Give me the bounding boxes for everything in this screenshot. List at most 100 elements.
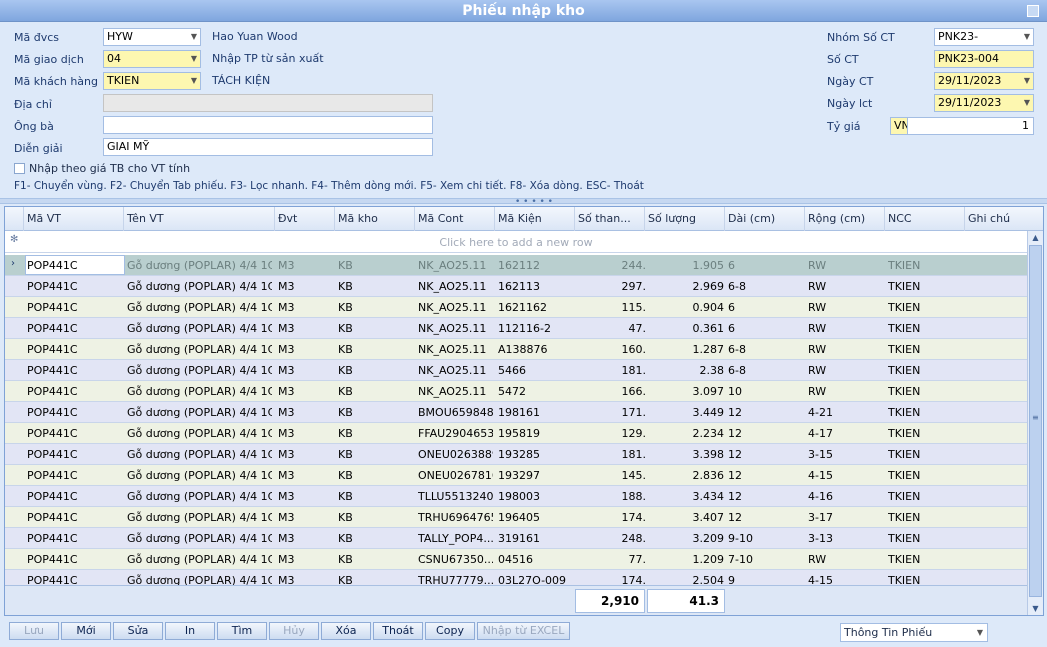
- grid-cell[interactable]: POP441C: [27, 574, 122, 585]
- chevron-down-icon[interactable]: ▼: [1024, 95, 1030, 111]
- grid-cell[interactable]: 244.: [578, 259, 647, 272]
- ong-ba-field[interactable]: [103, 116, 433, 134]
- grid-cell[interactable]: 193297: [498, 469, 573, 482]
- dien-giai-field[interactable]: GIAI MỸ: [103, 138, 433, 156]
- grid-cell[interactable]: 6-8: [728, 364, 803, 377]
- grid-cell[interactable]: M3: [278, 364, 333, 377]
- grid-cell[interactable]: TKIEN: [888, 427, 963, 440]
- header-divider[interactable]: [644, 207, 645, 231]
- grid-cell[interactable]: 7-10: [728, 553, 803, 566]
- table-row[interactable]: POP441C Gỗ dương (POPLAR) 4/4 1C M3 KB ONEU0…: [5, 444, 1027, 465]
- grid-cell[interactable]: 297.: [578, 280, 647, 293]
- grid-cell[interactable]: 0.361: [648, 322, 725, 335]
- grid-cell[interactable]: 4-21: [808, 406, 883, 419]
- grid-cell[interactable]: KB: [338, 448, 413, 461]
- checkbox-box[interactable]: [14, 163, 25, 174]
- grid-cell[interactable]: M3: [278, 406, 333, 419]
- grid-cell[interactable]: TKIEN: [888, 301, 963, 314]
- thong-tin-phieu-select[interactable]: Thông Tin Phiếu ▼: [840, 623, 988, 642]
- grid-cell[interactable]: M3: [278, 532, 333, 545]
- grid-cell[interactable]: TKIEN: [888, 259, 963, 272]
- grid-cell[interactable]: NK_AO25.11: [418, 280, 493, 293]
- table-row[interactable]: › POP441C Gỗ dương (POPLAR) 4/4 1C M3 KB NK_A…: [5, 255, 1027, 276]
- action-button-6[interactable]: Xóa: [321, 622, 371, 640]
- grid-cell[interactable]: RW: [808, 301, 883, 314]
- header-divider[interactable]: [804, 207, 805, 231]
- grid-cell[interactable]: RW: [808, 553, 883, 566]
- grid-cell[interactable]: M3: [278, 469, 333, 482]
- chevron-down-icon[interactable]: ▼: [1024, 29, 1030, 45]
- header-divider[interactable]: [724, 207, 725, 231]
- header-divider[interactable]: [274, 207, 275, 231]
- grid-cell[interactable]: Gỗ dương (POPLAR) 4/4 1C: [127, 448, 272, 461]
- grid-cell[interactable]: 2.38: [648, 364, 725, 377]
- maximize-icon[interactable]: [1027, 5, 1039, 17]
- grid-cell[interactable]: NK_AO25.11: [418, 385, 493, 398]
- grid-cell[interactable]: POP441C: [27, 532, 122, 545]
- grid-cell[interactable]: RW: [808, 259, 883, 272]
- header-divider[interactable]: [494, 207, 495, 231]
- grid-cell[interactable]: M3: [278, 553, 333, 566]
- chevron-down-icon[interactable]: ▼: [191, 29, 197, 45]
- grid-cell[interactable]: Gỗ dương (POPLAR) 4/4 1C: [127, 469, 272, 482]
- column-header[interactable]: Rộng (cm): [808, 212, 865, 225]
- grid-cell[interactable]: TRHU6964765: [418, 511, 493, 524]
- action-button-3[interactable]: In: [165, 622, 215, 640]
- header-divider[interactable]: [414, 207, 415, 231]
- scroll-down-icon[interactable]: ▼: [1030, 604, 1041, 613]
- grid-cell[interactable]: BMOU6598484: [418, 406, 493, 419]
- grid-cell[interactable]: 1.905: [648, 259, 725, 272]
- chevron-down-icon[interactable]: ▼: [191, 51, 197, 67]
- grid-cell[interactable]: 319161: [498, 532, 573, 545]
- grid-cell[interactable]: POP441C: [27, 280, 122, 293]
- grid-cell[interactable]: KB: [338, 259, 413, 272]
- grid-cell[interactable]: TKIEN: [888, 511, 963, 524]
- grid-cell[interactable]: 196405: [498, 511, 573, 524]
- grid-cell[interactable]: POP441C: [27, 322, 122, 335]
- grid-cell[interactable]: 112116-2: [498, 322, 573, 335]
- grid-cell[interactable]: 12: [728, 448, 803, 461]
- grid-cell[interactable]: NK_AO25.11: [418, 343, 493, 356]
- grid-cell[interactable]: KB: [338, 553, 413, 566]
- grid-cell[interactable]: POP441C: [27, 385, 122, 398]
- so-ct-field[interactable]: PNK23-004: [934, 50, 1034, 68]
- column-header[interactable]: Dài (cm): [728, 212, 775, 225]
- grid-cell[interactable]: 171.: [578, 406, 647, 419]
- grid-cell[interactable]: POP441C: [27, 364, 122, 377]
- grid-cell[interactable]: TKIEN: [888, 406, 963, 419]
- grid-cell[interactable]: POP441C: [27, 469, 122, 482]
- grid-cell[interactable]: 3.097: [648, 385, 725, 398]
- table-row[interactable]: POP441C Gỗ dương (POPLAR) 4/4 1C M3 KB NK_AO…: [5, 297, 1027, 318]
- column-header[interactable]: Số than...: [578, 212, 631, 225]
- ngay-lct-date[interactable]: 29/11/2023 ▼: [934, 94, 1034, 112]
- grid-cell[interactable]: KB: [338, 532, 413, 545]
- table-row[interactable]: POP441C Gỗ dương (POPLAR) 4/4 1C M3 KB ONEU0…: [5, 465, 1027, 486]
- grid-cell[interactable]: NK_AO25.11: [418, 301, 493, 314]
- grid-cell[interactable]: POP441C: [27, 511, 122, 524]
- column-header[interactable]: Mã VT: [27, 212, 61, 225]
- chevron-down-icon[interactable]: ▼: [977, 624, 983, 641]
- grid-cell[interactable]: KB: [338, 490, 413, 503]
- grid-cell[interactable]: POP441C: [27, 343, 122, 356]
- grid-cell[interactable]: 6: [728, 301, 803, 314]
- grid-cell[interactable]: Gỗ dương (POPLAR) 4/4 1C: [127, 322, 272, 335]
- grid-cell[interactable]: KB: [338, 301, 413, 314]
- grid-cell[interactable]: NK_AO25.11: [418, 322, 493, 335]
- grid-cell[interactable]: KB: [338, 280, 413, 293]
- grid-cell[interactable]: 2.836: [648, 469, 725, 482]
- grid-cell[interactable]: Gỗ dương (POPLAR) 4/4 1C: [127, 259, 272, 272]
- grid-cell[interactable]: KB: [338, 574, 413, 585]
- table-row[interactable]: POP441C Gỗ dương (POPLAR) 4/4 1C M3 KB CSNU6…: [5, 549, 1027, 570]
- grid-cell[interactable]: RW: [808, 385, 883, 398]
- header-divider[interactable]: [884, 207, 885, 231]
- table-row[interactable]: POP441C Gỗ dương (POPLAR) 4/4 1C M3 KB TRHU7…: [5, 570, 1027, 585]
- grid-cell[interactable]: 3.434: [648, 490, 725, 503]
- ngay-ct-date[interactable]: 29/11/2023 ▼: [934, 72, 1034, 90]
- grid-cell[interactable]: M3: [278, 427, 333, 440]
- grid-cell[interactable]: 04516: [498, 553, 573, 566]
- nhap-theo-gia-checkbox[interactable]: Nhập theo giá TB cho VT tính: [14, 162, 190, 175]
- new-row[interactable]: ✻ Click here to add a new row: [5, 231, 1027, 253]
- action-button-8[interactable]: Copy: [425, 622, 475, 640]
- grid-cell[interactable]: 1.287: [648, 343, 725, 356]
- grid-cell[interactable]: M3: [278, 280, 333, 293]
